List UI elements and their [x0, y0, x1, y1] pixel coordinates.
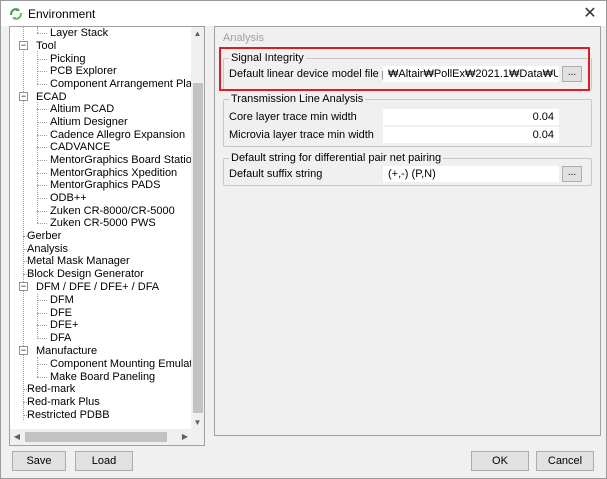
- tree-guide-line: [37, 102, 38, 223]
- tree-branch: [37, 84, 47, 85]
- tree-branch: [37, 173, 47, 174]
- tree-item-mentor-pads[interactable]: MentorGraphics PADS: [50, 179, 160, 192]
- environment-window: Environment ✕ Layer Stack − Tool Picking…: [0, 0, 607, 479]
- tree-branch: [37, 147, 47, 148]
- category-tree[interactable]: Layer Stack − Tool Picking PCB Explorer …: [9, 26, 205, 446]
- scroll-down-icon[interactable]: ▼: [191, 416, 204, 430]
- tree-branch: [37, 211, 47, 212]
- tree-branch: [37, 198, 47, 199]
- title-bar: Environment ✕: [1, 1, 606, 26]
- tree-branch: [37, 135, 47, 136]
- environment-app-icon: [8, 6, 24, 22]
- scroll-right-icon[interactable]: ▶: [178, 429, 192, 445]
- tree-item-layer-stack[interactable]: Layer Stack: [50, 27, 108, 40]
- save-button[interactable]: Save: [12, 451, 66, 471]
- suffix-string-label: Default suffix string: [229, 168, 323, 180]
- tree-item-gerber[interactable]: Gerber: [27, 230, 61, 243]
- tree-item-altium-designer[interactable]: Altium Designer: [50, 116, 128, 129]
- tree-item-dfm[interactable]: DFM: [50, 294, 74, 307]
- tree-branch: [37, 223, 47, 224]
- scroll-up-icon[interactable]: ▲: [191, 27, 204, 41]
- group-legend: Default string for differential pair net…: [229, 152, 444, 165]
- scroll-corner: [191, 429, 204, 445]
- load-button[interactable]: Load: [75, 451, 133, 471]
- tree-item-red-mark-plus[interactable]: Red-mark Plus: [27, 396, 100, 409]
- tree-item-block-design-generator[interactable]: Block Design Generator: [27, 268, 144, 281]
- tree-branch: [37, 122, 47, 123]
- panel-title: Analysis: [223, 32, 264, 44]
- collapse-icon[interactable]: −: [19, 346, 28, 355]
- suffix-string-field[interactable]: (+,-) (P,N): [383, 166, 559, 182]
- tree-item-tool[interactable]: Tool: [36, 40, 56, 53]
- tree-guide-line: [37, 357, 38, 377]
- tree-item-mentor-board-station[interactable]: MentorGraphics Board Station/Neutral I: [50, 154, 192, 167]
- collapse-icon[interactable]: −: [19, 41, 28, 50]
- tree-branch: [37, 300, 47, 301]
- tree-branch: [37, 33, 47, 34]
- tree-branch: [37, 109, 47, 110]
- highlight-box: [219, 47, 590, 91]
- microvia-width-field[interactable]: 0.04: [383, 127, 559, 143]
- suffix-browse-button[interactable]: ...: [562, 166, 582, 182]
- close-icon[interactable]: ✕: [580, 3, 600, 23]
- tree-branch: [37, 185, 47, 186]
- collapse-icon[interactable]: −: [19, 282, 28, 291]
- tree-item-cadvance[interactable]: CADVANCE: [50, 141, 110, 154]
- tree-branch: [37, 313, 47, 314]
- group-legend: Transmission Line Analysis: [229, 93, 366, 106]
- tree-item-component-arrangement-plan[interactable]: Component Arrangement Plan: [50, 78, 192, 91]
- tree-branch: [37, 160, 47, 161]
- scroll-thumb[interactable]: [193, 83, 203, 413]
- tree-item-dfa[interactable]: DFA: [50, 332, 71, 345]
- window-title: Environment: [28, 7, 96, 21]
- tree-item-component-mounting-emulator[interactable]: Component Mounting Emulator: [50, 358, 192, 371]
- tree-item-pcb-explorer[interactable]: PCB Explorer: [50, 65, 117, 78]
- tree-item-dfm-group[interactable]: DFM / DFE / DFE+ / DFA: [36, 281, 159, 294]
- cancel-button[interactable]: Cancel: [536, 451, 594, 471]
- tree-branch: [37, 377, 47, 378]
- tree-item-restricted-pdbb[interactable]: Restricted PDBB: [27, 409, 110, 422]
- tree-branch: [37, 338, 47, 339]
- tree-item-manufacture[interactable]: Manufacture: [36, 345, 97, 358]
- tree-branch: [37, 364, 47, 365]
- microvia-width-label: Microvia layer trace min width: [229, 129, 374, 141]
- tree-item-red-mark[interactable]: Red-mark: [27, 383, 75, 396]
- tree-branch: [37, 71, 47, 72]
- tree-guide-line: [23, 27, 24, 420]
- tree-guide-line: [37, 51, 38, 84]
- ok-button[interactable]: OK: [471, 451, 529, 471]
- tree-branch: [37, 325, 47, 326]
- settings-panel: Analysis Signal Integrity Default linear…: [214, 26, 601, 436]
- tree-item-metal-mask-manager[interactable]: Metal Mask Manager: [27, 255, 130, 268]
- tree-item-altium-pcad[interactable]: Altium PCAD: [50, 103, 114, 116]
- core-width-field[interactable]: 0.04: [383, 109, 559, 125]
- tree-branch: [37, 59, 47, 60]
- tree-content: Layer Stack − Tool Picking PCB Explorer …: [10, 27, 192, 430]
- tree-item-odb[interactable]: ODB++: [50, 192, 87, 205]
- scroll-left-icon[interactable]: ◀: [10, 429, 24, 445]
- tree-vertical-scrollbar[interactable]: ▲ ▼: [191, 27, 204, 430]
- scroll-thumb[interactable]: [25, 432, 167, 442]
- tree-item-dfe-plus[interactable]: DFE+: [50, 319, 78, 332]
- collapse-icon[interactable]: −: [19, 92, 28, 101]
- tree-horizontal-scrollbar[interactable]: ◀ ▶: [10, 429, 192, 445]
- core-width-label: Core layer trace min width: [229, 111, 357, 123]
- tree-item-zuken-cr5000-pws[interactable]: Zuken CR-5000 PWS: [50, 217, 156, 230]
